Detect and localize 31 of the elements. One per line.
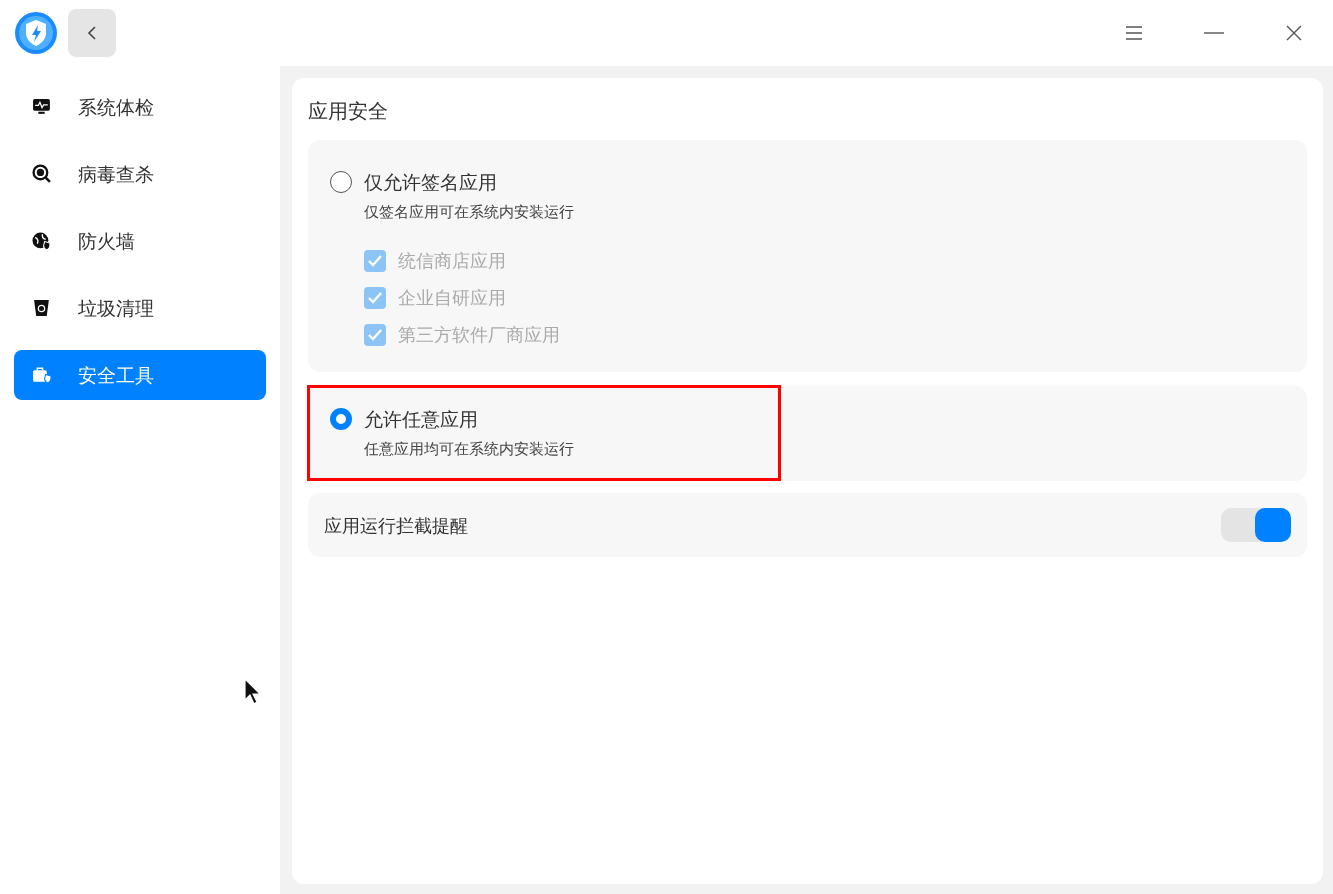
radio-button[interactable] bbox=[330, 408, 352, 431]
menu-icon bbox=[1125, 25, 1143, 41]
option-description: 仅签名应用可在系统内安装运行 bbox=[364, 201, 575, 223]
setting-label: 应用运行拦截提醒 bbox=[324, 513, 468, 538]
checkmark-icon bbox=[367, 290, 383, 305]
sidebar-item[interactable]: 系统体检 bbox=[14, 82, 266, 132]
sidebar-item[interactable]: 防火墙 bbox=[14, 216, 266, 266]
sidebar-item[interactable]: 病毒查杀 bbox=[14, 149, 266, 199]
back-button[interactable] bbox=[68, 9, 116, 57]
checkmark-icon bbox=[367, 327, 383, 342]
scan-icon bbox=[32, 164, 52, 184]
globe-shield-icon bbox=[32, 231, 52, 251]
checkmark-icon bbox=[367, 253, 383, 268]
checkbox-label: 企业自研应用 bbox=[398, 286, 506, 310]
checkbox-label: 第三方软件厂商应用 bbox=[398, 323, 560, 347]
sidebar-item[interactable]: 安全工具 bbox=[14, 350, 266, 400]
close-icon bbox=[1286, 25, 1302, 41]
radio-button[interactable] bbox=[330, 171, 352, 194]
toggle-switch[interactable] bbox=[1221, 508, 1291, 542]
option-label: 允许任意应用 bbox=[364, 407, 478, 432]
sidebar-item[interactable]: 垃圾清理 bbox=[14, 283, 266, 333]
shield-logo-icon bbox=[14, 11, 58, 55]
option-description: 任意应用均可在系统内安装运行 bbox=[364, 438, 575, 460]
option-label: 仅允许签名应用 bbox=[364, 170, 497, 195]
bin-icon bbox=[32, 298, 52, 318]
monitor-icon bbox=[32, 97, 52, 117]
checkbox-label: 统信商店应用 bbox=[398, 249, 506, 273]
minimize-icon bbox=[1204, 32, 1224, 34]
section-title: 应用安全 bbox=[308, 98, 389, 125]
toolbox-icon bbox=[32, 365, 52, 385]
back-icon bbox=[87, 25, 97, 41]
